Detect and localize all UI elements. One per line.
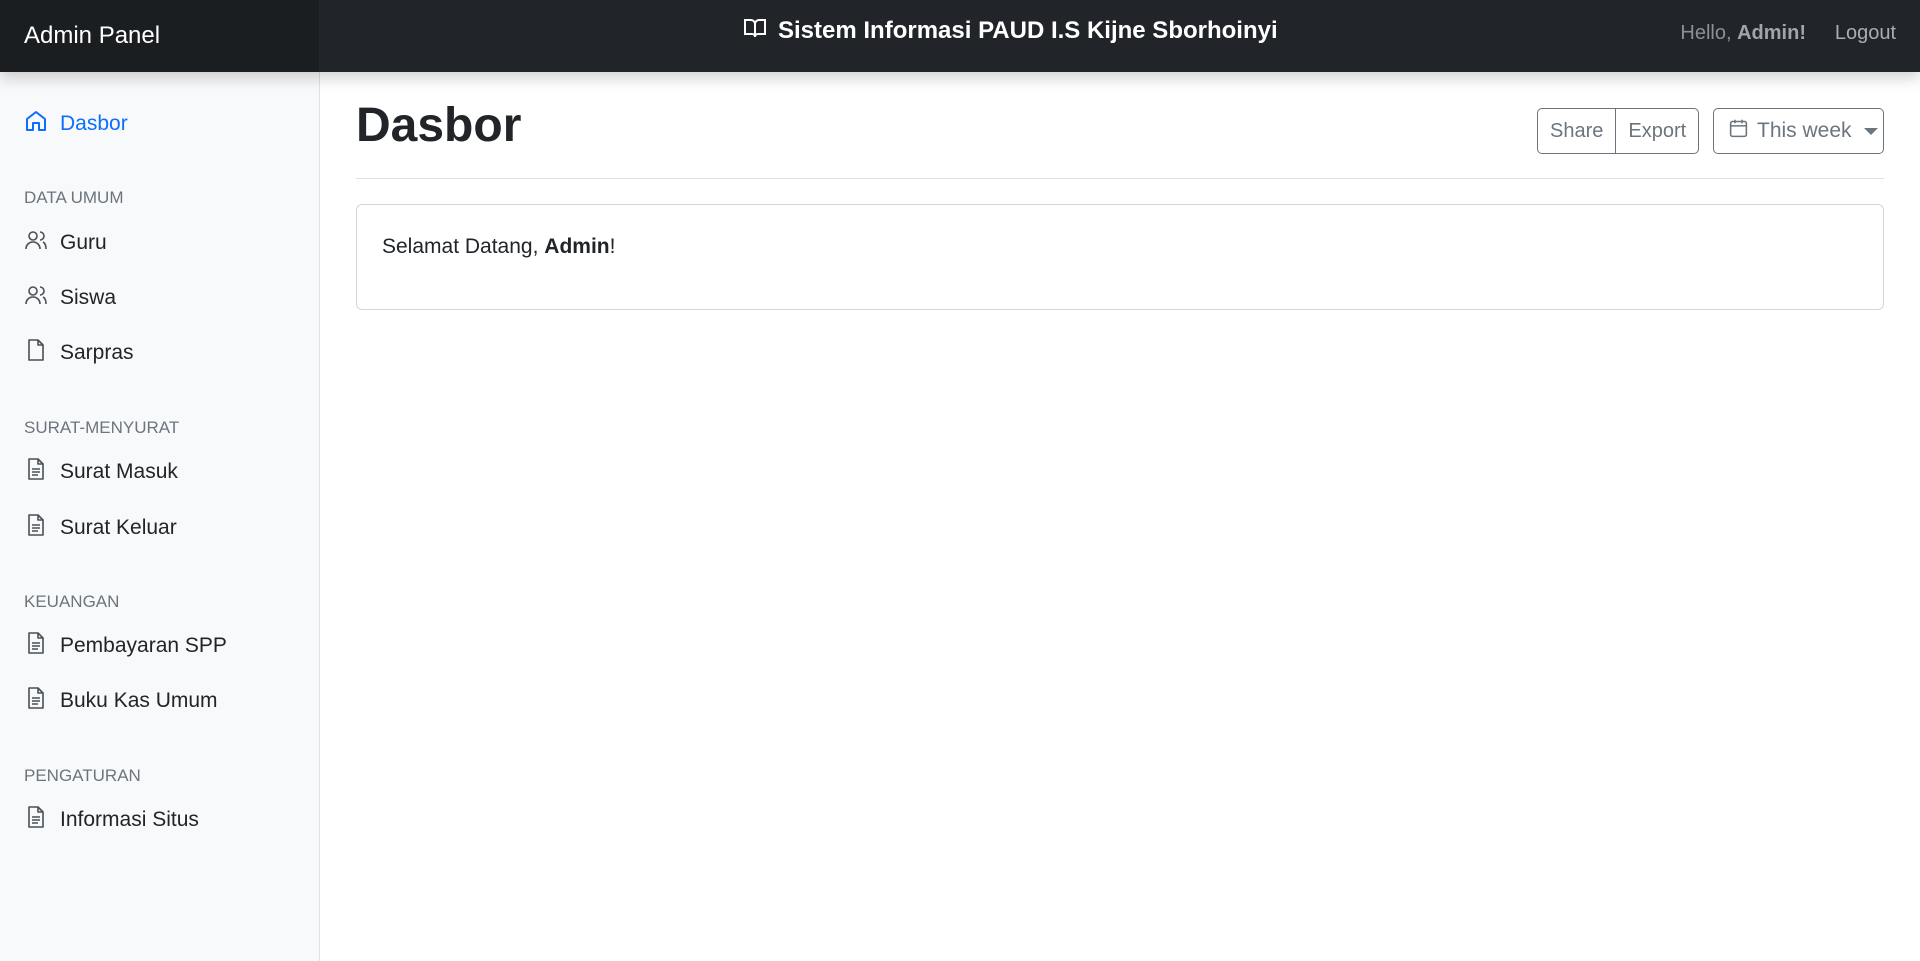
sidebar-item-label: Buku Kas Umum (60, 689, 218, 712)
sidebar-item-label: Guru (60, 231, 107, 254)
section-heading-surat-menyurat: SURAT-MENYURAT (24, 418, 180, 437)
sidebar-item-label: Dasbor (60, 112, 128, 135)
logout-link[interactable]: Logout (1835, 22, 1896, 45)
top-navbar: Admin Panel Sistem Informasi PAUD I.S Ki… (0, 0, 1920, 72)
welcome-message: Selamat Datang, Admin! (382, 235, 615, 259)
section-heading-data-umum: DATA UMUM (24, 188, 124, 207)
sidebar-item-guru[interactable]: Guru (24, 228, 107, 258)
export-button[interactable]: Export (1615, 108, 1700, 154)
section-heading-pengaturan: PENGATURAN (24, 766, 141, 785)
toolbar-button-group: Share Export (1537, 108, 1700, 154)
sidebar-item-label: Siswa (60, 286, 117, 309)
header-divider (356, 178, 1884, 179)
sidebar-item-label: Informasi Situs (60, 808, 199, 831)
greeting-user: Admin! (1737, 22, 1806, 44)
file-text-icon (24, 457, 60, 487)
sidebar: Dasbor DATA UMUM Guru Siswa Sarpras SURA… (0, 72, 320, 961)
site-title: Sistem Informasi PAUD I.S Kijne Sborhoin… (744, 14, 1278, 48)
welcome-prefix: Selamat Datang, (382, 235, 539, 258)
file-icon (24, 338, 60, 368)
home-icon (24, 109, 60, 139)
sidebar-item-label: Surat Masuk (60, 460, 178, 483)
user-greeting: Hello, Admin! (1680, 22, 1806, 45)
sidebar-item-surat-keluar[interactable]: Surat Keluar (24, 513, 177, 543)
welcome-user: Admin (544, 235, 610, 258)
book-icon (744, 17, 778, 45)
users-icon (24, 228, 60, 258)
sidebar-item-surat-masuk[interactable]: Surat Masuk (24, 457, 178, 487)
greeting-prefix: Hello, (1680, 22, 1732, 44)
site-title-text: Sistem Informasi PAUD I.S Kijne Sborhoin… (778, 17, 1278, 44)
welcome-suffix: ! (609, 235, 616, 258)
file-text-icon (24, 631, 60, 661)
period-dropdown-button[interactable]: This week (1713, 108, 1884, 154)
sidebar-item-buku-kas-umum[interactable]: Buku Kas Umum (24, 686, 218, 716)
page-title: Dasbor (356, 99, 522, 152)
file-text-icon (24, 686, 60, 716)
sidebar-item-sarpras[interactable]: Sarpras (24, 338, 134, 368)
sidebar-item-siswa[interactable]: Siswa (24, 283, 116, 313)
caret-down-icon (1863, 127, 1878, 135)
calendar-icon (1728, 118, 1749, 145)
sidebar-item-pembayaran-spp[interactable]: Pembayaran SPP (24, 631, 227, 661)
sidebar-item-dasbor[interactable]: Dasbor (24, 109, 128, 139)
sidebar-item-label: Surat Keluar (60, 516, 177, 539)
file-text-icon (24, 513, 60, 543)
welcome-card: Selamat Datang, Admin! (356, 204, 1884, 310)
sidebar-item-label: Pembayaran SPP (60, 634, 227, 657)
share-button[interactable]: Share (1537, 108, 1617, 154)
sidebar-item-informasi-situs[interactable]: Informasi Situs (24, 805, 199, 835)
period-label: This week (1757, 119, 1852, 142)
section-heading-keuangan: KEUANGAN (24, 592, 120, 611)
file-text-icon (24, 805, 60, 835)
brand[interactable]: Admin Panel (0, 0, 319, 72)
users-icon (24, 283, 60, 313)
sidebar-item-label: Sarpras (60, 341, 134, 364)
